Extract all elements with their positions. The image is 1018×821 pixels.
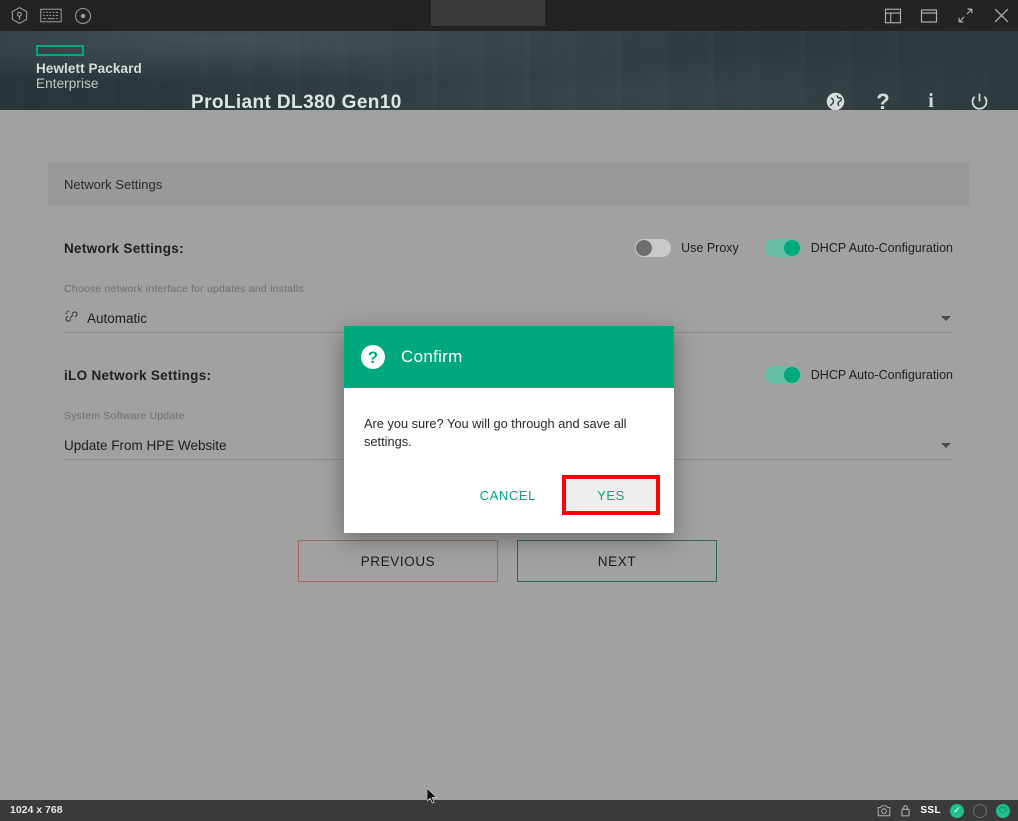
use-proxy-toggle-group: Use Proxy xyxy=(635,239,739,257)
brand-line-2: Enterprise xyxy=(36,76,99,91)
toggle-knob xyxy=(783,240,800,256)
ilo-dhcp-toggle-group: DHCP Auto-Configuration xyxy=(764,366,953,384)
network-interface-value-wrap: Automatic xyxy=(64,309,147,327)
status-bar: 1024 x 768 SSL ✓ ⏻ xyxy=(0,800,1018,821)
keyboard-icon[interactable] xyxy=(39,5,63,27)
use-proxy-label: Use Proxy xyxy=(681,241,739,255)
remote-console-window: Hewlett Packard Enterprise ProLiant DL38… xyxy=(0,0,1018,821)
layout-panel-icon[interactable] xyxy=(882,5,904,27)
kvm-toolbar-right-icons xyxy=(882,0,1012,31)
confirm-dialog: ? Confirm Are you sure? You will go thro… xyxy=(344,326,674,533)
cube-shield-icon[interactable] xyxy=(7,5,31,27)
lock-icon xyxy=(900,804,911,817)
hpe-brand: Hewlett Packard Enterprise xyxy=(36,45,142,91)
hpe-brand-name: Hewlett Packard Enterprise xyxy=(36,61,142,91)
resolution-label: 1024 x 768 xyxy=(10,804,63,816)
card-title: Network Settings xyxy=(64,177,163,192)
system-software-update-value: Update From HPE Website xyxy=(64,437,227,453)
hpe-logo-icon xyxy=(36,45,84,56)
server-model-title: ProLiant DL380 Gen10 xyxy=(191,92,402,110)
card-header: Network Settings xyxy=(48,163,969,206)
chevron-down-icon[interactable] xyxy=(941,442,951,448)
ilo-toggles: DHCP Auto-Configuration xyxy=(764,366,953,384)
hpe-header-banner: Hewlett Packard Enterprise ProLiant DL38… xyxy=(0,31,1018,110)
dialog-title: Confirm xyxy=(401,347,463,366)
network-dhcp-toggle-group: DHCP Auto-Configuration xyxy=(764,239,953,257)
help-icon[interactable]: ? xyxy=(872,89,894,111)
network-settings-title: Network Settings: xyxy=(64,240,184,256)
kvm-toolbar xyxy=(0,0,1018,31)
dialog-message: Are you sure? You will go through and sa… xyxy=(364,416,627,449)
power-icon[interactable] xyxy=(968,89,990,111)
ilo-settings-title: iLO Network Settings: xyxy=(64,367,212,383)
help-icon-glyph: ? xyxy=(876,88,890,111)
network-dhcp-toggle[interactable] xyxy=(764,239,801,257)
network-interface-label: Choose network interface for updates and… xyxy=(64,283,304,295)
status-idle-indicator xyxy=(973,803,987,818)
system-software-update-value-wrap: Update From HPE Website xyxy=(64,438,227,453)
fullscreen-icon[interactable] xyxy=(954,5,976,27)
use-proxy-toggle[interactable] xyxy=(635,239,672,257)
header-actions: ? i xyxy=(824,62,990,110)
chevron-down-icon[interactable] xyxy=(941,315,951,321)
yes-button-highlight: YES xyxy=(562,475,660,515)
disc-icon[interactable] xyxy=(71,5,95,27)
network-settings-row: Network Settings: Use Proxy DHCP Auto-Co… xyxy=(64,206,953,257)
network-dhcp-label: DHCP Auto-Configuration xyxy=(810,241,953,255)
brand-line-1: Hewlett Packard xyxy=(36,61,142,76)
ssl-label: SSL xyxy=(920,805,941,816)
cancel-button[interactable]: CANCEL xyxy=(464,480,552,510)
question-mark-glyph: ? xyxy=(367,347,379,367)
kvm-active-tab[interactable] xyxy=(431,0,545,26)
status-bar-right: SSL ✓ ⏻ xyxy=(877,800,1010,821)
kvm-toolbar-left-icons xyxy=(0,5,95,27)
status-ok-indicator: ✓ xyxy=(950,803,964,818)
dialog-actions: CANCEL YES xyxy=(344,451,674,533)
close-icon[interactable] xyxy=(990,5,1012,27)
info-icon-glyph: i xyxy=(928,90,934,110)
language-globe-icon[interactable] xyxy=(824,89,846,110)
status-power-indicator: ⏻ xyxy=(996,803,1010,818)
question-mark-icon: ? xyxy=(361,345,385,369)
mouse-cursor xyxy=(426,787,438,809)
toggle-knob xyxy=(783,367,800,383)
window-icon[interactable] xyxy=(918,5,940,27)
next-button[interactable]: NEXT xyxy=(517,540,717,582)
yes-button[interactable]: YES xyxy=(566,479,656,511)
ilo-dhcp-label: DHCP Auto-Configuration xyxy=(810,368,953,382)
network-link-icon xyxy=(64,309,79,327)
toggle-knob xyxy=(636,240,653,256)
previous-button[interactable]: PREVIOUS xyxy=(298,540,498,582)
network-interface-value: Automatic xyxy=(87,310,148,326)
info-icon[interactable]: i xyxy=(920,89,942,110)
camera-icon[interactable] xyxy=(877,804,891,817)
network-toggles: Use Proxy DHCP Auto-Configuration xyxy=(635,239,953,257)
dialog-header: ? Confirm xyxy=(344,326,674,388)
ilo-dhcp-toggle[interactable] xyxy=(764,366,801,384)
